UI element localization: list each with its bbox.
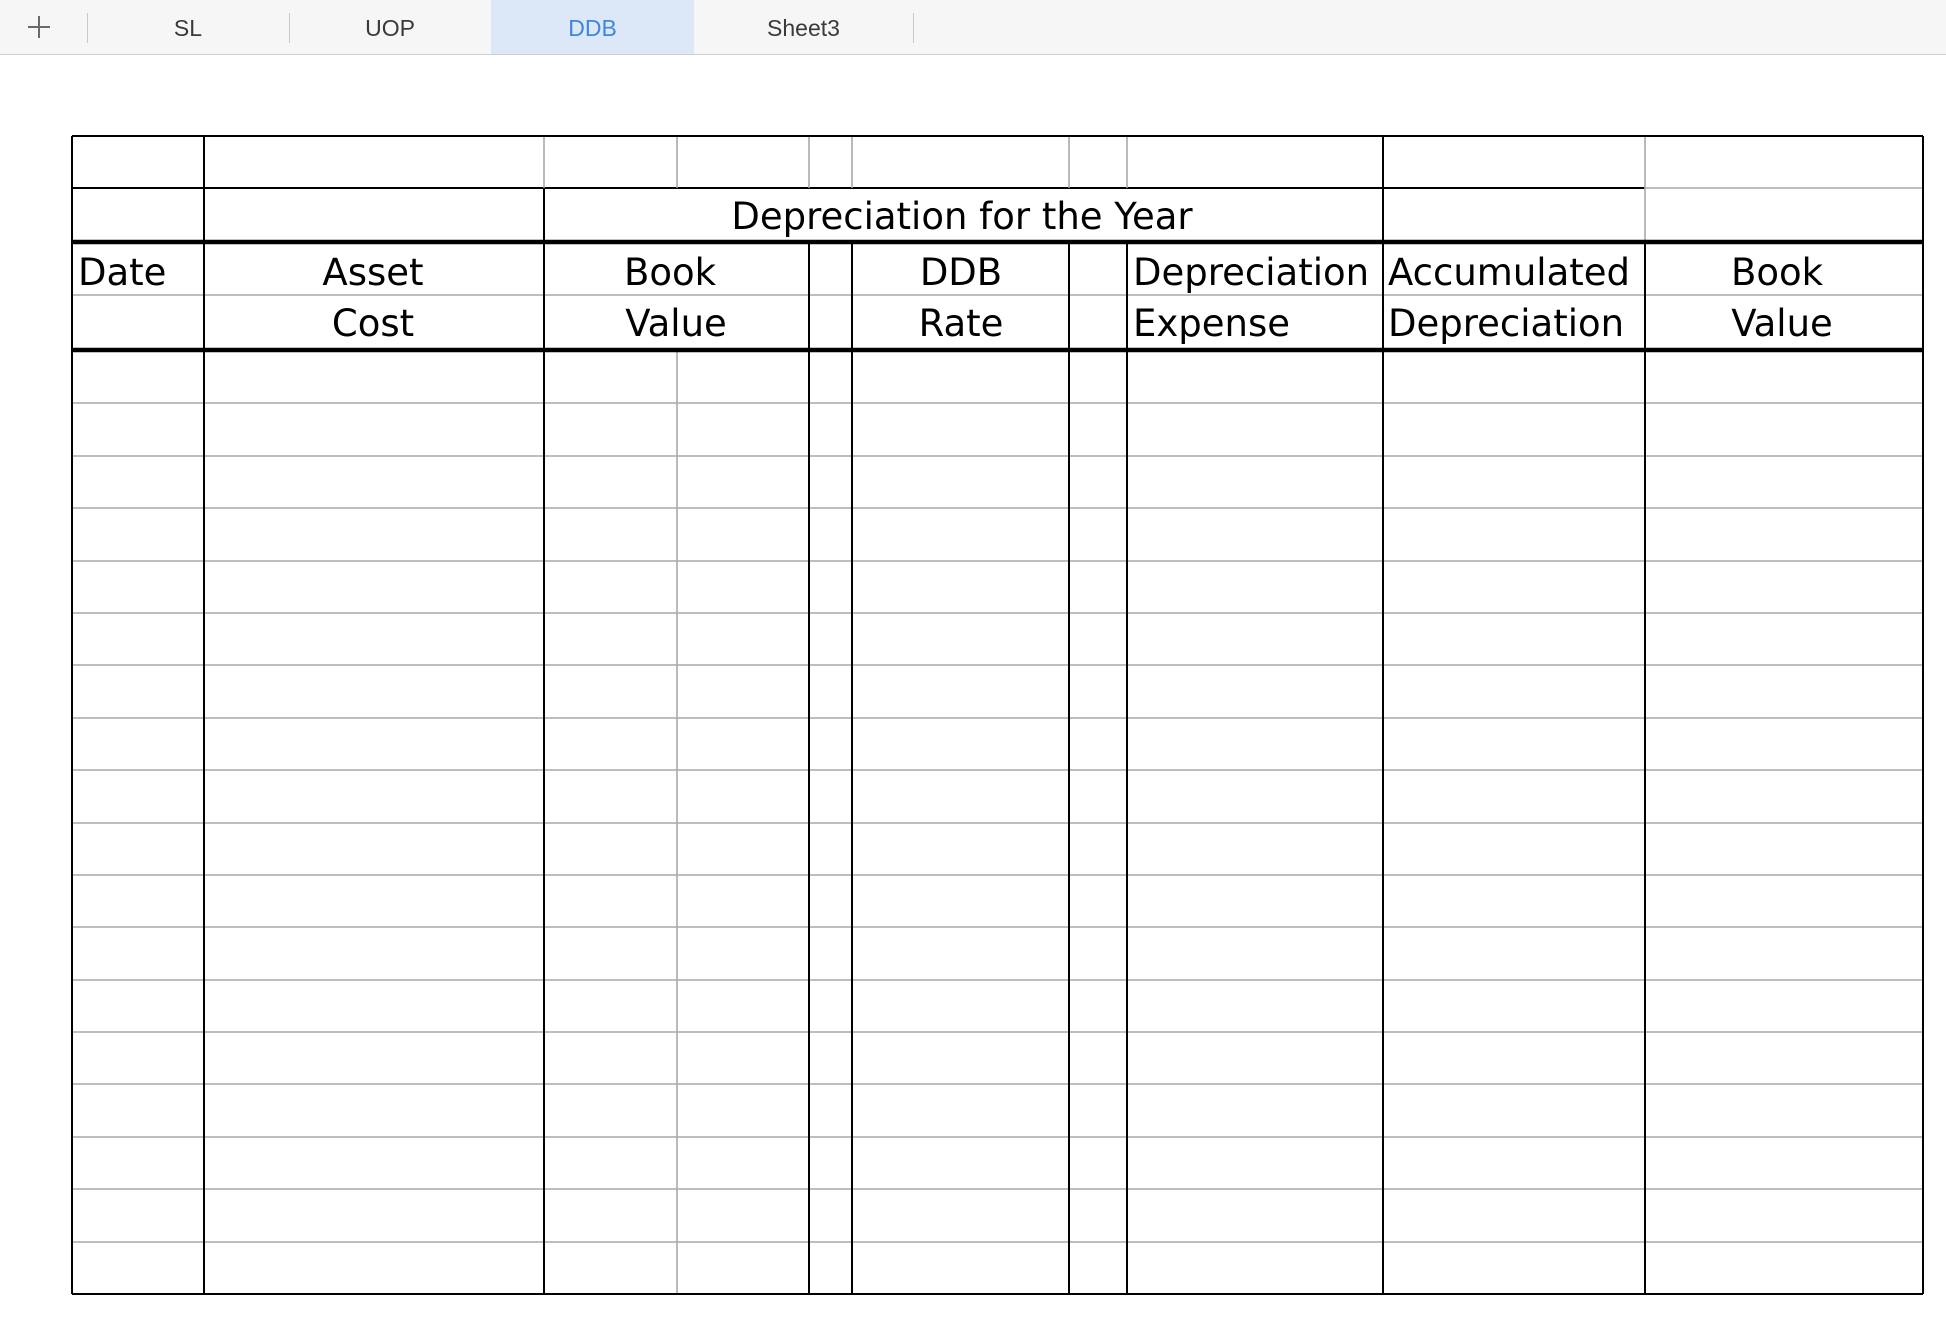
- header-accumulated: Accumulated: [1388, 251, 1630, 294]
- header-date: Date: [78, 251, 166, 294]
- header-cost: Cost: [332, 302, 414, 345]
- header-value-end: Value: [1731, 302, 1833, 345]
- header-accum-depreciation: Depreciation: [1388, 302, 1624, 345]
- section-title: Depreciation for the Year: [731, 195, 1193, 238]
- header-book-end: Book: [1731, 251, 1824, 294]
- header-ddb: DDB: [920, 251, 1002, 294]
- header-value-start: Value: [625, 302, 727, 345]
- header-asset: Asset: [322, 251, 423, 294]
- spreadsheet-grid[interactable]: Depreciation for the Year Date Asset Cos…: [0, 0, 1946, 1326]
- header-book-start: Book: [624, 251, 717, 294]
- header-depreciation: Depreciation: [1133, 251, 1369, 294]
- header-expense: Expense: [1133, 302, 1290, 345]
- header-rate: Rate: [919, 302, 1004, 345]
